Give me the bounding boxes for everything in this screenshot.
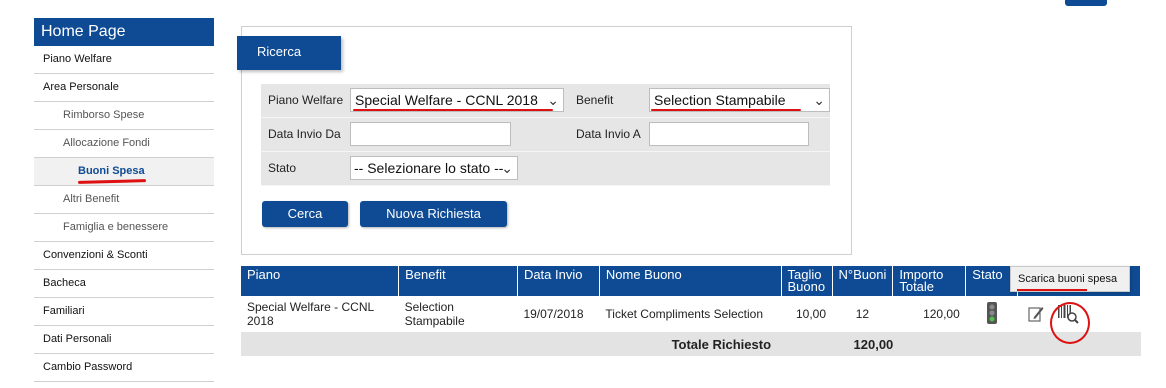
results-table: Piano Benefit Data Invio Nome Buono Tagl…: [241, 266, 1141, 356]
sidebar-item-rimborso-spese[interactable]: Rimborso Spese: [34, 102, 214, 130]
stato-select-value: -- Selezionare lo stato --: [354, 160, 504, 176]
chevron-down-icon: ⌄: [501, 160, 513, 176]
cell-importo: 120,00: [923, 307, 960, 321]
cell-stato: [966, 296, 1018, 332]
data-a-label: Data Invio A: [576, 127, 641, 141]
cell-data-invio: 19/07/2018: [523, 307, 584, 321]
form-row-piano: Piano Welfare Special Welfare - CCNL 201…: [261, 84, 830, 118]
cell-n-buoni: 12: [855, 307, 870, 321]
col-piano[interactable]: Piano: [241, 266, 400, 296]
chevron-down-icon: ⌄: [547, 92, 559, 108]
sidebar-item-piano-welfare[interactable]: Piano Welfare: [34, 46, 214, 74]
col-data-invio[interactable]: Data Invio: [517, 266, 600, 296]
annotation-circle: [1050, 302, 1090, 344]
piano-select-value: Special Welfare - CCNL 2018: [355, 92, 538, 108]
table-header-row: Piano Benefit Data Invio Nome Buono Tagl…: [241, 266, 1141, 296]
sidebar-item-altri-benefit[interactable]: Altri Benefit: [34, 186, 214, 214]
data-da-input[interactable]: [350, 122, 511, 146]
sidebar-item-allocazione-fondi[interactable]: Allocazione Fondi: [34, 130, 214, 158]
search-panel-tab: Ricerca: [237, 36, 341, 70]
search-form: Piano Welfare Special Welfare - CCNL 201…: [261, 84, 830, 186]
sidebar-item-familiari[interactable]: Familiari: [34, 298, 214, 326]
sidebar-item-bacheca[interactable]: Bacheca: [34, 270, 214, 298]
annotation-underline: [77, 179, 147, 184]
piano-label: Piano Welfare: [268, 93, 344, 107]
sidebar-item-famiglia[interactable]: Famiglia e benessere: [34, 214, 214, 242]
annotation-underline: [651, 109, 801, 111]
annotation-underline: [1017, 289, 1087, 291]
sidebar-item-area-personale[interactable]: Area Personale: [34, 74, 214, 102]
form-row-date: Data Invio Da Data Invio A: [261, 118, 830, 152]
col-n-buoni[interactable]: N°Buoni: [832, 266, 894, 296]
traffic-light-icon: [986, 301, 997, 324]
stato-select[interactable]: -- Selezionare lo stato -- ⌄: [350, 156, 518, 180]
col-benefit[interactable]: Benefit: [398, 266, 518, 296]
sidebar: Home Page Piano Welfare Area Personale R…: [34, 18, 214, 382]
benefit-label: Benefit: [576, 93, 614, 107]
annotation-underline: [353, 109, 553, 111]
chevron-down-icon: ⌄: [813, 92, 825, 108]
sidebar-item-buoni-spesa[interactable]: Buoni Spesa: [34, 158, 214, 186]
col-importo[interactable]: Importo Totale: [892, 266, 967, 296]
pencil-icon[interactable]: [1028, 305, 1044, 323]
cell-piano: Special Welfare - CCNL 2018: [247, 300, 374, 328]
sidebar-item-dati-personali[interactable]: Dati Personali: [34, 326, 214, 354]
col-taglio[interactable]: Taglio Buono: [781, 266, 833, 296]
cell-nome-buono: Ticket Compliments Selection: [605, 307, 764, 321]
nuova-richiesta-button[interactable]: Nuova Richiesta: [360, 201, 507, 227]
sidebar-item-cambio-password[interactable]: Cambio Password: [34, 354, 214, 382]
sidebar-item-label: Buoni Spesa: [78, 165, 145, 177]
cell-taglio: 10,00: [795, 307, 826, 321]
table-row: Special Welfare - CCNL 2018 Selection St…: [241, 296, 1141, 332]
col-nome-buono[interactable]: Nome Buono: [599, 266, 782, 296]
benefit-select-value: Selection Stampabile: [654, 92, 786, 108]
form-row-stato: Stato -- Selezionare lo stato -- ⌄: [261, 152, 830, 186]
footer-label: Totale Richiesto: [241, 332, 782, 356]
cerca-button[interactable]: Cerca: [262, 201, 348, 227]
sidebar-title[interactable]: Home Page: [34, 18, 214, 46]
data-da-label: Data Invio Da: [268, 127, 341, 141]
table-footer-row: Totale Richiesto 120,00: [241, 332, 1141, 356]
sidebar-item-convenzioni[interactable]: Convenzioni & Sconti: [34, 242, 214, 270]
footer-value: 120,00: [781, 332, 966, 356]
stato-label: Stato: [268, 161, 297, 175]
data-a-input[interactable]: [649, 122, 809, 146]
top-corner-button[interactable]: [1065, 0, 1107, 6]
cell-benefit: Selection Stampabile: [404, 300, 465, 328]
